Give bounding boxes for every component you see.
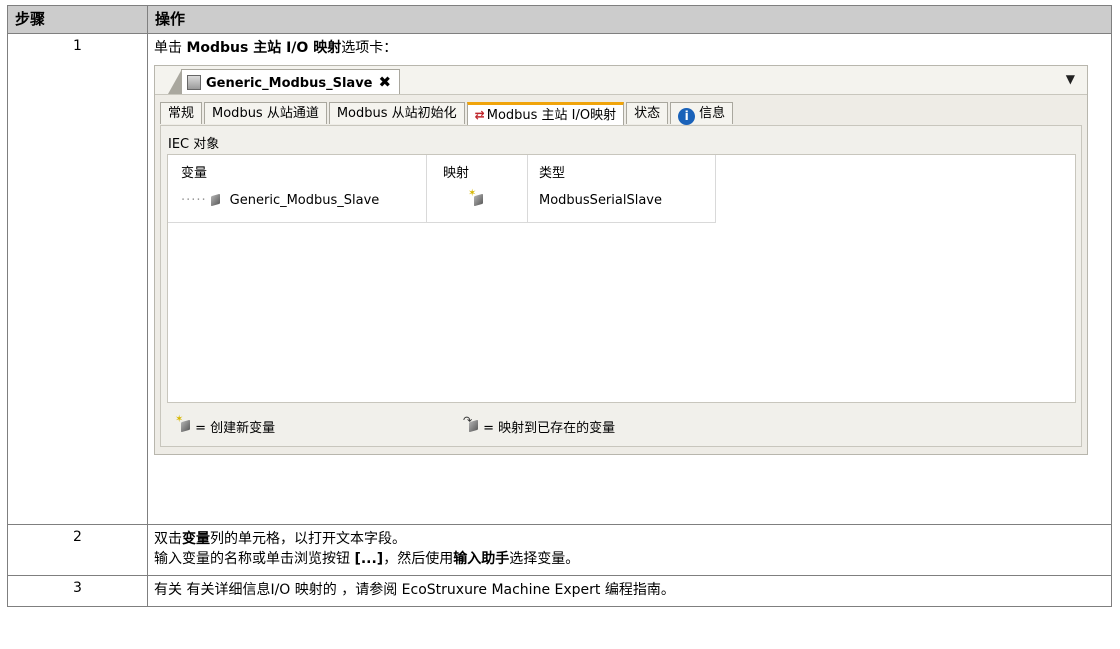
variable-cell[interactable]: ····· Generic_Modbus_Slave	[181, 193, 379, 208]
header-action: 操作	[147, 5, 1112, 34]
mapping-panel: IEC 对象 变量 映射 类型 ····· Generic_Modbus_Slav…	[160, 125, 1082, 447]
step-1-number: 1	[7, 33, 148, 525]
map-existing-icon: ↷	[463, 414, 479, 433]
tab-slave-channel[interactable]: Modbus 从站通道	[204, 102, 327, 124]
step-3-number: 3	[7, 575, 148, 607]
editor-tabs: 常规 Modbus 从站通道 Modbus 从站初始化 ⇄ Modbus 主站 I…	[160, 102, 735, 125]
step-2-number: 2	[7, 524, 148, 576]
step-2-content: 双击变量列的单元格，以打开文本字段。 输入变量的名称或单击浏览按钮 [...]，…	[147, 524, 1112, 576]
create-variable-icon: ✶	[175, 414, 191, 433]
mapping-icon: ⇄	[474, 108, 485, 122]
legend-map: ↷ = 映射到已存在的变量	[463, 414, 616, 436]
document-tab-bar: Generic_Modbus_Slave ✖ ▼	[155, 66, 1087, 95]
type-cell: ModbusSerialSlave	[539, 193, 662, 208]
step-1-text: 单击 Modbus 主站 I/O 映射选项卡：	[154, 40, 398, 56]
tab-info[interactable]: i 信息	[670, 102, 734, 125]
device-cube-icon	[210, 193, 220, 207]
step-2-line-1: 双击变量列的单元格，以打开文本字段。	[154, 531, 406, 547]
tab-master-io-mapping[interactable]: ⇄ Modbus 主站 I/O映射	[466, 102, 625, 125]
col-variable: 变量	[181, 166, 208, 181]
create-variable-icon: ✶	[468, 188, 484, 207]
dropdown-arrow-icon[interactable]: ▼	[1066, 72, 1075, 86]
col-mapping: 映射	[443, 166, 470, 181]
steps-table: 步骤 操作 1 单击 Modbus 主站 I/O 映射选项卡： Generic_…	[7, 5, 1112, 607]
device-icon	[187, 75, 201, 90]
close-icon[interactable]: ✖	[379, 73, 392, 91]
embedded-screenshot: Generic_Modbus_Slave ✖ ▼ 常规 Modbus 从站通道 M…	[154, 65, 1088, 455]
header-step: 步骤	[7, 5, 148, 34]
iec-object-grid: 变量 映射 类型 ····· Generic_Modbus_Slave ✶ Mod…	[167, 154, 1076, 403]
legend-create: ✶ = 创建新变量	[175, 414, 276, 436]
tab-general[interactable]: 常规	[160, 102, 203, 124]
col-type: 类型	[539, 166, 566, 181]
panel-title: IEC 对象	[168, 137, 220, 152]
tab-slave-init[interactable]: Modbus 从站初始化	[328, 102, 465, 124]
step-1-content: 单击 Modbus 主站 I/O 映射选项卡： Generic_Modbus_S…	[147, 33, 1112, 525]
step-2-line-2: 输入变量的名称或单击浏览按钮 [...]，然后使用输入助手选择变量。	[154, 551, 580, 567]
step-3-content: 有关 有关详细信息I/O 映射的 ，请参阅 EcoStruxure Machin…	[147, 575, 1112, 607]
tab-status[interactable]: 状态	[626, 102, 669, 124]
document-tab[interactable]: Generic_Modbus_Slave ✖	[168, 69, 401, 94]
mapping-cell[interactable]: ✶	[468, 188, 484, 210]
info-icon: i	[678, 108, 696, 125]
